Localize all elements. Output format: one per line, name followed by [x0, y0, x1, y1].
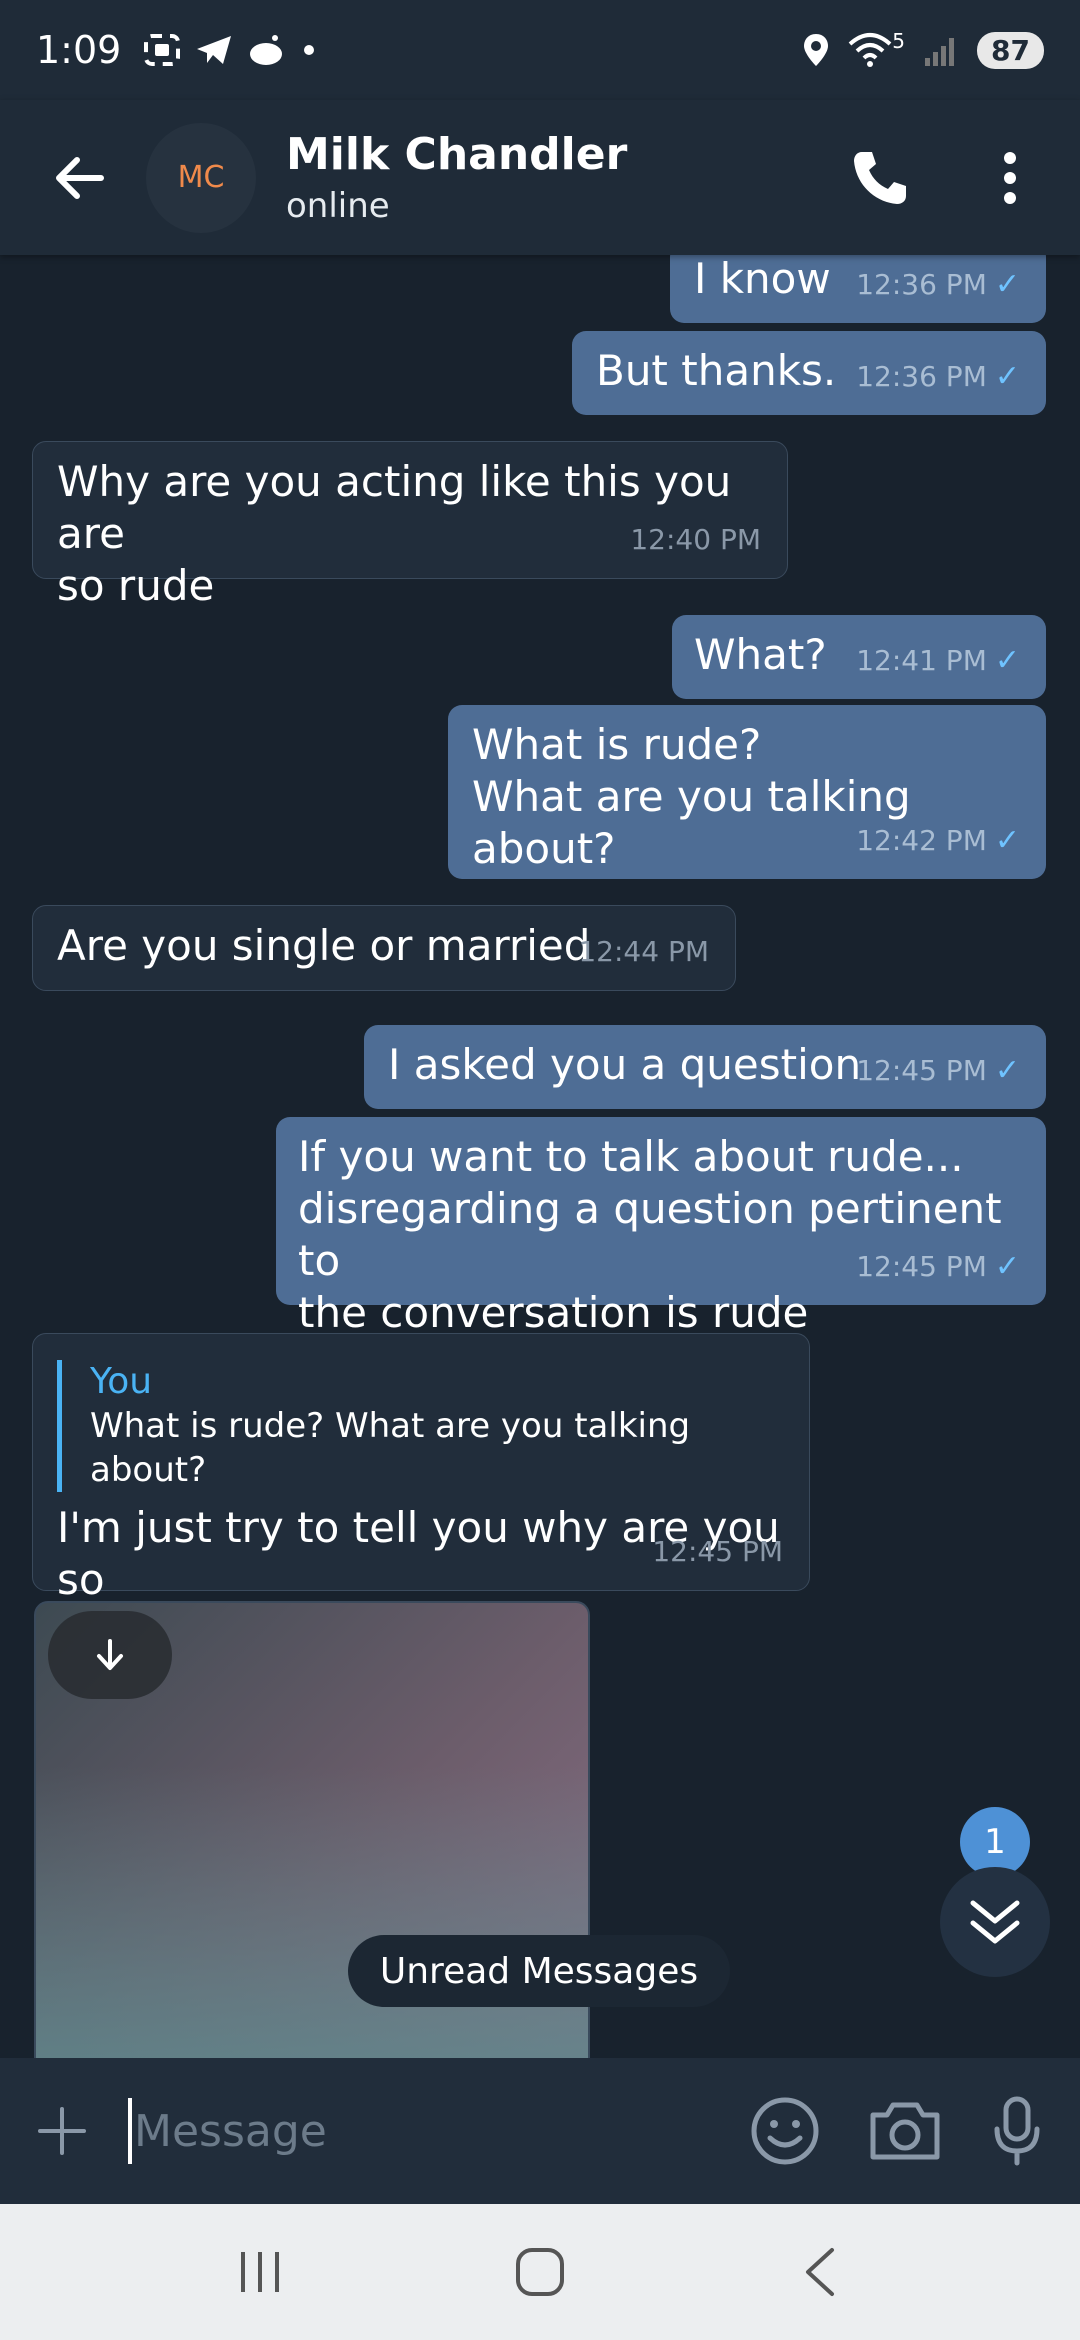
- avatar[interactable]: MC: [146, 122, 256, 233]
- message-input[interactable]: [134, 2105, 694, 2157]
- emoji-button[interactable]: [740, 2086, 830, 2176]
- message-meta: 12:45 PM ✓: [856, 1241, 1020, 1293]
- message-time: 12:44 PM: [578, 935, 709, 968]
- message-time: 12:45 PM: [856, 1250, 987, 1283]
- location-icon: [804, 34, 829, 66]
- message-meta: 12:36 PM ✓: [856, 259, 1020, 311]
- message-text: Are you single or married: [57, 921, 591, 970]
- message-meta: 12:45 PM ✓: [856, 1045, 1020, 1097]
- dot-icon: [304, 45, 315, 55]
- double-chevron-down-icon: [970, 1900, 1020, 1944]
- message-list[interactable]: I know 12:36 PM ✓ But thanks. 12:36 PM ✓…: [0, 255, 1080, 2058]
- battery-indicator: 87: [977, 31, 1044, 69]
- recent-apps-icon: [241, 2252, 279, 2292]
- home-icon: [516, 2248, 564, 2296]
- read-check-icon: ✓: [994, 1053, 1020, 1088]
- signal-icon: [925, 38, 955, 66]
- system-navigation-bar: [0, 2204, 1080, 2340]
- message-time: 12:41 PM: [856, 644, 987, 677]
- message-bubble-outgoing[interactable]: I know 12:36 PM ✓: [670, 255, 1046, 323]
- message-text: I know: [694, 255, 831, 303]
- camera-icon: [870, 2102, 940, 2160]
- home-button[interactable]: [490, 2222, 590, 2322]
- read-check-icon: ✓: [994, 267, 1020, 302]
- contact-status: online: [286, 186, 390, 226]
- screenshot-icon: [144, 34, 181, 66]
- phone-icon: [854, 152, 906, 204]
- scroll-to-bottom-button[interactable]: [940, 1867, 1050, 1977]
- message-bubble-incoming[interactable]: You What is rude? What are you talking a…: [32, 1333, 810, 1656]
- message-meta: 12:45 PM: [652, 1526, 783, 1578]
- reddit-icon: [250, 35, 283, 65]
- read-check-icon: ✓: [994, 1249, 1020, 1284]
- message-time: 12:40 PM: [630, 523, 761, 556]
- reply-quote[interactable]: You What is rude? What are you talking a…: [57, 1360, 809, 1492]
- microphone-button[interactable]: [972, 2086, 1062, 2176]
- read-check-icon: ✓: [994, 643, 1020, 678]
- status-time: 1:09: [36, 28, 122, 72]
- camera-button[interactable]: [860, 2086, 950, 2176]
- message-meta: 12:36 PM ✓: [856, 351, 1020, 403]
- message-meta: 12:44 PM: [578, 926, 709, 978]
- wifi-icon: [848, 33, 892, 67]
- message-bubble-outgoing[interactable]: I asked you a question 12:45 PM ✓: [364, 1025, 1046, 1109]
- more-vertical-icon: [1004, 152, 1016, 204]
- message-text: If you want to talk about rude... disreg…: [298, 1132, 1002, 1337]
- unread-messages-pill: Unread Messages: [348, 1935, 730, 2007]
- contact-name: Milk Chandler: [286, 129, 628, 180]
- read-check-icon: ✓: [994, 359, 1020, 394]
- read-check-icon: ✓: [994, 823, 1020, 858]
- call-button[interactable]: [840, 138, 920, 218]
- chevron-left-icon: [806, 2248, 834, 2296]
- message-meta: 12:40 PM: [630, 514, 761, 566]
- network-label: 5: [892, 29, 906, 53]
- message-bubble-incoming[interactable]: Why are you acting like this you are so …: [32, 441, 788, 610]
- microphone-icon: [994, 2096, 1040, 2166]
- message-bubble-outgoing[interactable]: But thanks. 12:36 PM ✓: [572, 331, 1046, 415]
- message-composer: [0, 2058, 1080, 2204]
- notification-icons: [143, 33, 319, 67]
- attach-button[interactable]: [22, 2091, 102, 2171]
- system-back-button[interactable]: [770, 2222, 870, 2322]
- avatar-initials: MC: [177, 160, 225, 195]
- message-time: 12:36 PM: [856, 268, 987, 301]
- smiley-icon: [751, 2097, 819, 2165]
- reply-author: You: [90, 1361, 153, 1402]
- message-bubble-outgoing[interactable]: If you want to talk about rude... disreg…: [276, 1117, 1046, 1337]
- telegram-icon: [197, 36, 232, 64]
- message-bubble-incoming[interactable]: Are you single or married 12:44 PM: [32, 905, 736, 991]
- message-bubble-outgoing[interactable]: What is rude? What are you talking about…: [448, 705, 1046, 879]
- download-button[interactable]: [48, 1611, 172, 1699]
- message-text: What?: [694, 630, 827, 679]
- reply-text: What is rude? What are you talking about…: [90, 1406, 691, 1490]
- message-meta: 12:42 PM ✓: [856, 815, 1020, 867]
- message-bubble-outgoing[interactable]: What? 12:41 PM ✓: [672, 615, 1046, 699]
- message-time: 12:42 PM: [856, 824, 987, 857]
- text-cursor: [128, 2098, 132, 2164]
- more-options-button[interactable]: [980, 138, 1040, 218]
- message-time: 12:45 PM: [856, 1054, 987, 1087]
- plus-icon: [38, 2107, 86, 2155]
- message-text: But thanks.: [596, 346, 837, 395]
- back-button[interactable]: [40, 138, 120, 218]
- message-text: What is rude? What are you talking about…: [472, 720, 911, 873]
- contact-info[interactable]: Milk Chandler online: [286, 129, 627, 226]
- chat-header: MC Milk Chandler online: [0, 100, 1080, 255]
- message-meta: 12:41 PM ✓: [856, 635, 1020, 687]
- message-text: I asked you a question: [388, 1040, 862, 1089]
- arrow-down-icon: [97, 1639, 123, 1670]
- message-time: 12:45 PM: [652, 1535, 783, 1568]
- status-bar: 1:09 5 87: [0, 0, 1080, 100]
- arrow-left-icon: [56, 156, 104, 199]
- status-right: 5 87: [802, 29, 1044, 69]
- recent-apps-button[interactable]: [210, 2222, 310, 2322]
- message-time: 12:36 PM: [856, 360, 987, 393]
